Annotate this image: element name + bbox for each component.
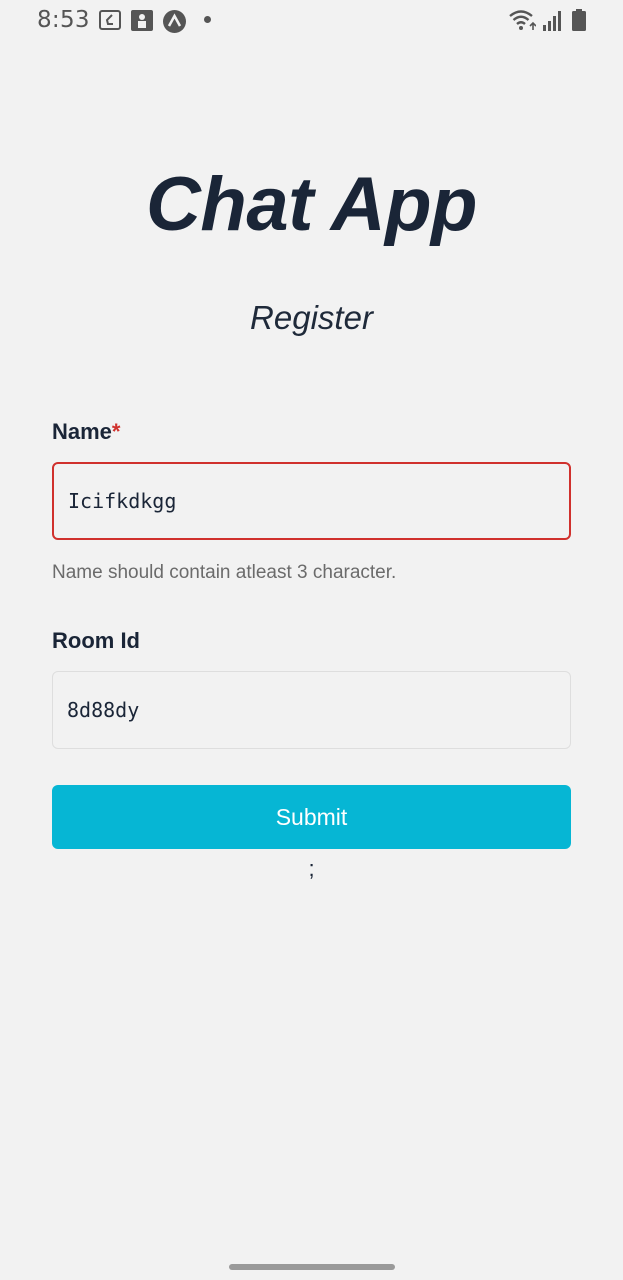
room-id-input[interactable] [67,698,570,722]
signal-icon [542,10,564,37]
battery-icon [572,9,586,36]
required-indicator: * [111,419,121,444]
status-time: 8:53 [37,7,90,33]
notification-app-icon [99,10,121,35]
room-id-field[interactable] [52,671,571,749]
room-id-label: Room Id [52,628,140,653]
notification-a-icon [163,10,186,38]
app-title: Chat App [146,162,477,247]
name-input[interactable] [68,489,569,513]
name-label: Name* [52,418,120,446]
notification-lock-icon [131,10,153,36]
name-label-text: Name [52,419,112,444]
stray-text: ; [308,856,315,881]
status-bar: 8:53 [0,0,623,40]
submit-button[interactable]: Submit [52,785,571,849]
home-indicator[interactable] [229,1264,395,1270]
wifi-icon [508,9,537,36]
notification-dot-icon [204,16,211,23]
name-error-message: Name should contain atleast 3 character. [52,562,397,583]
name-field[interactable] [52,462,571,540]
page-subtitle: Register [250,299,373,336]
